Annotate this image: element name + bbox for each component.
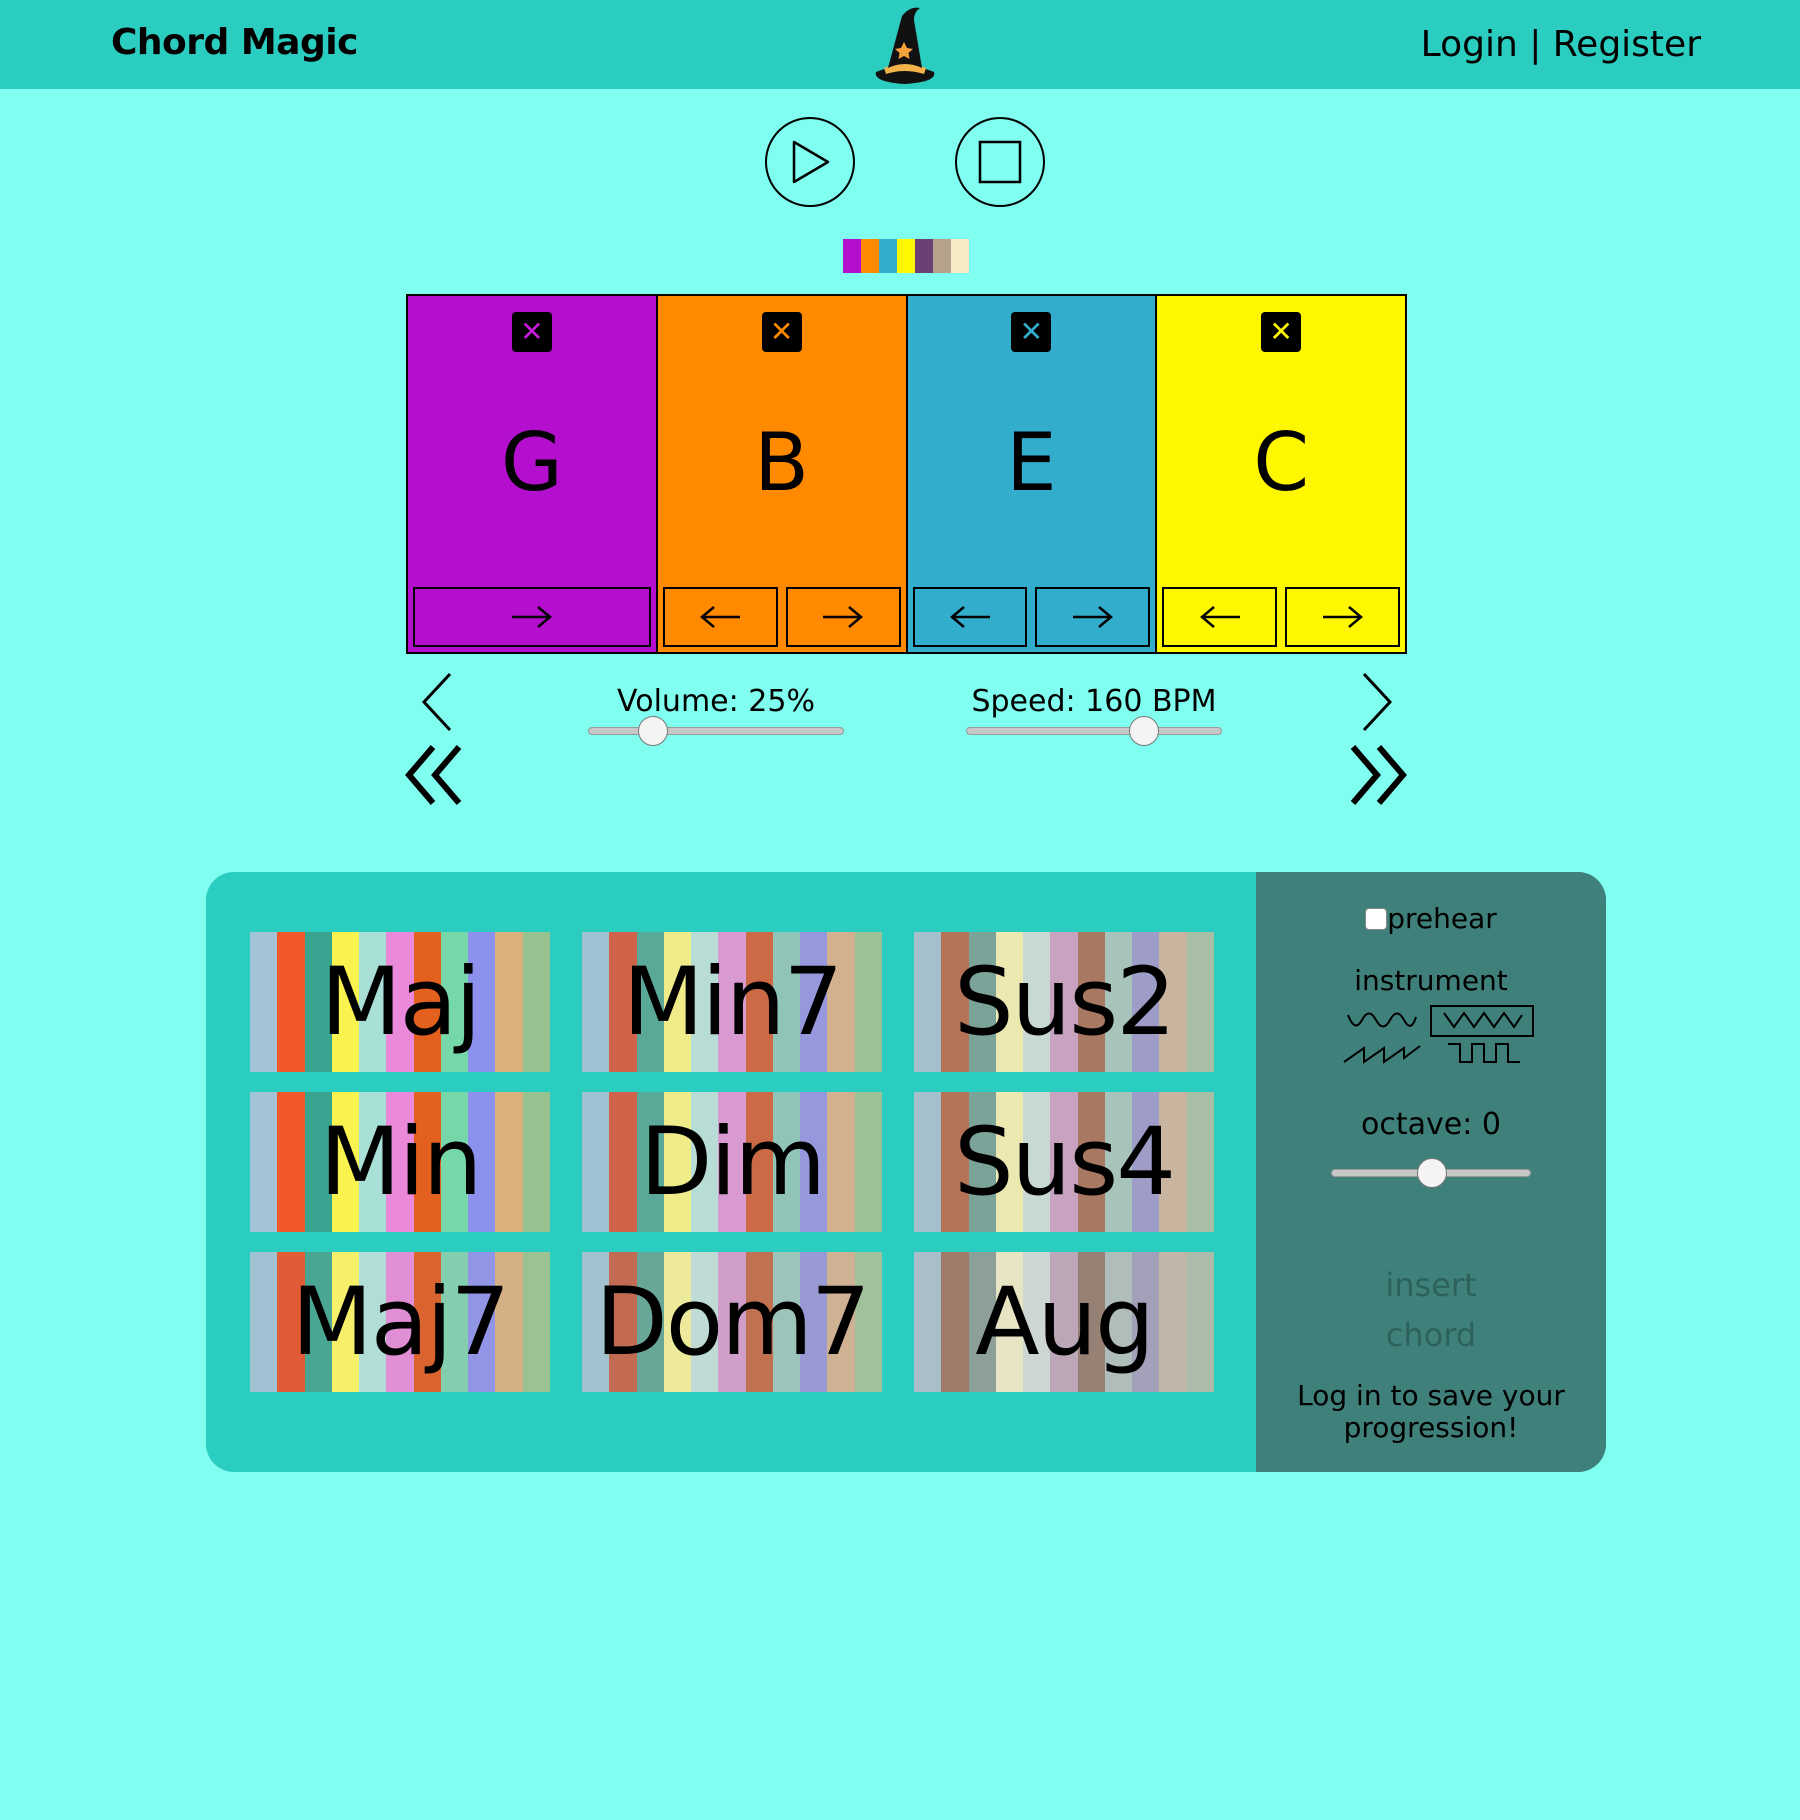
triangle-wave-icon — [1443, 1011, 1523, 1029]
color-swatch — [915, 239, 933, 273]
move-left-button[interactable] — [662, 587, 778, 647]
chord-progression: ✕ G ✕ B ✕ E ✕ C — [406, 294, 1407, 654]
sine-wave-icon[interactable] — [1346, 1007, 1418, 1033]
insert-chord-line1: insert — [1385, 1266, 1477, 1304]
triangle-wave-option[interactable] — [1430, 1005, 1534, 1037]
move-left-button[interactable] — [1162, 587, 1278, 647]
move-left-button[interactable] — [912, 587, 1028, 647]
double-chevron-left-icon[interactable] — [403, 743, 467, 807]
prehear-option: prehear — [1256, 902, 1606, 935]
arrow-left-icon — [700, 606, 741, 628]
color-swatch — [897, 239, 915, 273]
move-right-button[interactable] — [1035, 587, 1151, 647]
speed-slider[interactable] — [966, 716, 1222, 746]
register-link[interactable]: Register — [1553, 24, 1701, 65]
move-controls — [912, 587, 1151, 647]
chord-name: E — [1006, 416, 1057, 509]
move-right-button[interactable] — [1285, 587, 1400, 647]
color-swatch — [879, 239, 897, 273]
chevron-left-icon[interactable] — [418, 671, 458, 733]
move-controls — [662, 587, 901, 647]
top-nav-bar: Chord Magic Login | Register — [0, 0, 1800, 89]
remove-chord-icon[interactable]: ✕ — [1011, 312, 1052, 352]
chord-name: G — [500, 416, 563, 509]
chord-type-button[interactable]: Min7 — [582, 932, 882, 1072]
octave-label: octave: 0 — [1361, 1107, 1501, 1142]
login-link[interactable]: Login — [1421, 24, 1518, 65]
auth-links: Login | Register — [1421, 24, 1701, 65]
arrow-right-icon — [1072, 606, 1113, 628]
square-wave-icon[interactable] — [1446, 1038, 1522, 1066]
chord-type-button[interactable]: Maj — [250, 932, 550, 1072]
chord-picker-panel: Maj Min7 Sus2 Min Dim Sus4 Maj7 Dom7 Aug prehear… — [206, 872, 1606, 1472]
chord-type-button[interactable]: Sus4 — [914, 1092, 1214, 1232]
chord-slot[interactable]: ✕ B — [657, 296, 908, 652]
chord-type-label: Min — [319, 1107, 483, 1217]
octave-slider[interactable] — [1331, 1158, 1531, 1188]
move-controls — [413, 587, 651, 647]
login-to-save-message: Log in to save your progression! — [1297, 1379, 1565, 1444]
chord-slot[interactable]: ✕ C — [1157, 296, 1405, 652]
chord-slot[interactable]: ✕ E — [907, 296, 1158, 652]
chord-type-button[interactable]: Maj7 — [250, 1252, 550, 1392]
wizard-hat-icon[interactable] — [862, 2, 948, 86]
instrument-label: instrument — [1354, 964, 1508, 997]
chord-type-label: Min7 — [622, 947, 844, 1057]
chord-type-button[interactable]: Min — [250, 1092, 550, 1232]
brand-title[interactable]: Chord Magic — [111, 22, 358, 63]
arrow-left-icon — [949, 606, 990, 628]
move-controls — [1162, 587, 1400, 647]
chord-name: C — [1253, 416, 1310, 509]
sawtooth-wave-icon[interactable] — [1342, 1040, 1422, 1066]
remove-chord-icon[interactable]: ✕ — [761, 312, 802, 352]
chord-type-label: Maj — [320, 947, 482, 1057]
prehear-label: prehear — [1387, 902, 1497, 935]
chord-type-button[interactable]: Dim — [582, 1092, 882, 1232]
speed-slider-thumb[interactable] — [1128, 716, 1159, 746]
chevron-right-icon[interactable] — [1356, 671, 1396, 733]
chord-type-label: Aug — [975, 1267, 1155, 1377]
arrow-right-icon — [511, 606, 552, 628]
remove-chord-icon[interactable]: ✕ — [511, 312, 552, 352]
color-swatch — [951, 239, 969, 273]
chord-type-button[interactable]: Sus2 — [914, 932, 1214, 1072]
double-chevron-right-icon[interactable] — [1345, 743, 1409, 807]
chord-type-label: Dim — [639, 1107, 826, 1217]
chord-slot[interactable]: ✕ G — [408, 296, 658, 652]
color-swatch — [933, 239, 951, 273]
move-right-button[interactable] — [785, 587, 901, 647]
insert-chord-line2: chord — [1385, 1316, 1477, 1354]
options-sidebar: prehear instrument octave: 0 insert chor… — [1256, 872, 1606, 1472]
insert-chord-button[interactable]: insert chord — [1256, 1260, 1606, 1360]
progression-color-strip — [843, 239, 969, 273]
color-swatch — [861, 239, 879, 273]
play-icon — [792, 140, 830, 184]
chord-type-label: Dom7 — [595, 1267, 870, 1377]
prehear-checkbox[interactable] — [1365, 908, 1388, 930]
auth-separator: | — [1517, 24, 1553, 65]
volume-slider-thumb[interactable] — [638, 716, 668, 746]
speed-label: Speed: 160 BPM — [971, 684, 1217, 719]
remove-chord-icon[interactable]: ✕ — [1261, 312, 1302, 352]
octave-slider-thumb[interactable] — [1417, 1158, 1447, 1188]
stop-icon — [978, 140, 1022, 184]
chord-type-label: Sus4 — [953, 1107, 1176, 1217]
move-right-button[interactable] — [413, 587, 651, 647]
arrow-right-icon — [1322, 606, 1363, 628]
arrow-left-icon — [1199, 606, 1240, 628]
volume-slider[interactable] — [588, 716, 844, 746]
arrow-right-icon — [823, 606, 864, 628]
chord-type-button[interactable]: Aug — [914, 1252, 1214, 1392]
chord-type-button[interactable]: Dom7 — [582, 1252, 882, 1392]
chord-type-label: Maj7 — [291, 1267, 511, 1377]
color-swatch — [843, 239, 861, 273]
stop-button[interactable] — [955, 117, 1045, 207]
volume-label: Volume: 25% — [617, 684, 815, 719]
chord-type-label: Sus2 — [953, 947, 1176, 1057]
play-button[interactable] — [765, 117, 855, 207]
chord-name: B — [754, 416, 810, 509]
